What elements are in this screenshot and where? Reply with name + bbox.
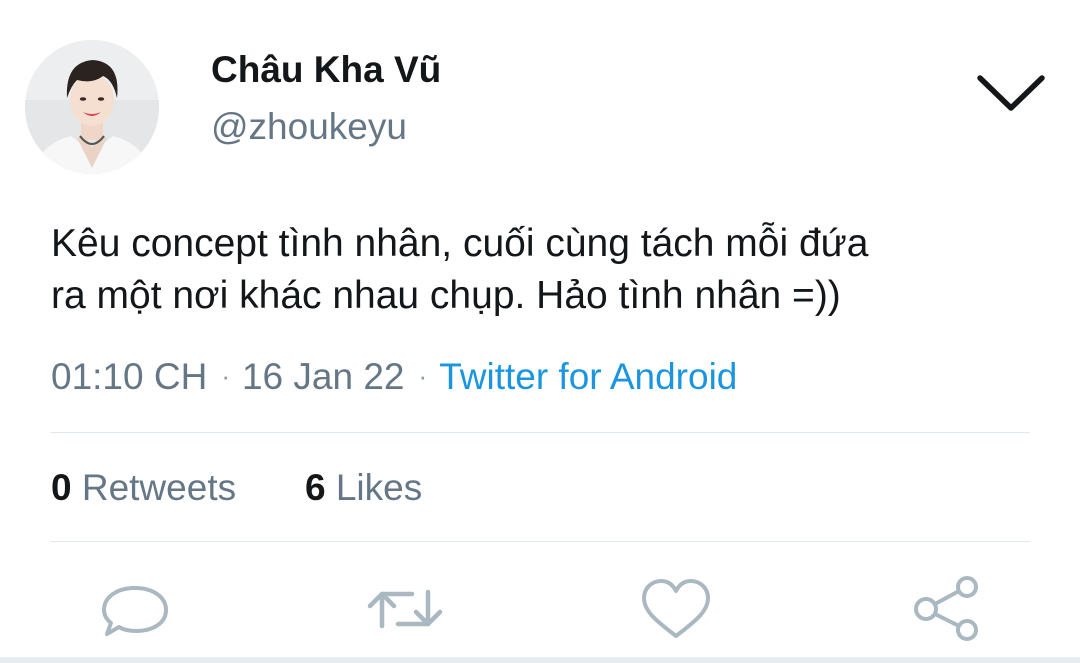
user-handle[interactable]: @zhoukeyu xyxy=(211,106,407,148)
chevron-down-icon[interactable] xyxy=(972,66,1050,122)
tweet-text-line: ra một nơi khác nhau chụp. Hảo tình nhân… xyxy=(51,274,841,317)
retweets-stat[interactable]: 0 Retweets xyxy=(51,467,236,509)
bottom-edge xyxy=(0,657,1080,663)
avatar[interactable] xyxy=(25,40,159,174)
tweet-meta: 01:10 CH · 16 Jan 22 · Twitter for Android xyxy=(51,356,737,398)
retweets-count: 0 xyxy=(51,467,72,508)
likes-label: Likes xyxy=(335,467,423,508)
tweet-text-line: Kêu concept tình nhân, cuối cùng tách mỗ… xyxy=(51,222,869,265)
tweet-date: 16 Jan 22 xyxy=(241,356,405,397)
meta-separator: · xyxy=(221,361,230,391)
divider xyxy=(51,541,1030,542)
retweets-label: Retweets xyxy=(81,467,237,508)
likes-count: 6 xyxy=(305,467,326,508)
likes-stat[interactable]: 6 Likes xyxy=(305,467,422,509)
tweet-source-link[interactable]: Twitter for Android xyxy=(439,356,737,397)
tweet-text: Kêu concept tình nhân, cuối cùng tách mỗ… xyxy=(51,218,1041,322)
reply-icon[interactable] xyxy=(98,574,172,644)
display-name[interactable]: Châu Kha Vũ xyxy=(211,49,441,91)
avatar-photo xyxy=(25,40,159,174)
share-icon[interactable] xyxy=(910,574,984,644)
tweet-time: 01:10 CH xyxy=(51,356,208,397)
like-icon[interactable] xyxy=(638,574,714,644)
divider xyxy=(51,432,1030,433)
meta-separator: · xyxy=(418,361,428,391)
retweet-icon[interactable] xyxy=(362,574,448,644)
